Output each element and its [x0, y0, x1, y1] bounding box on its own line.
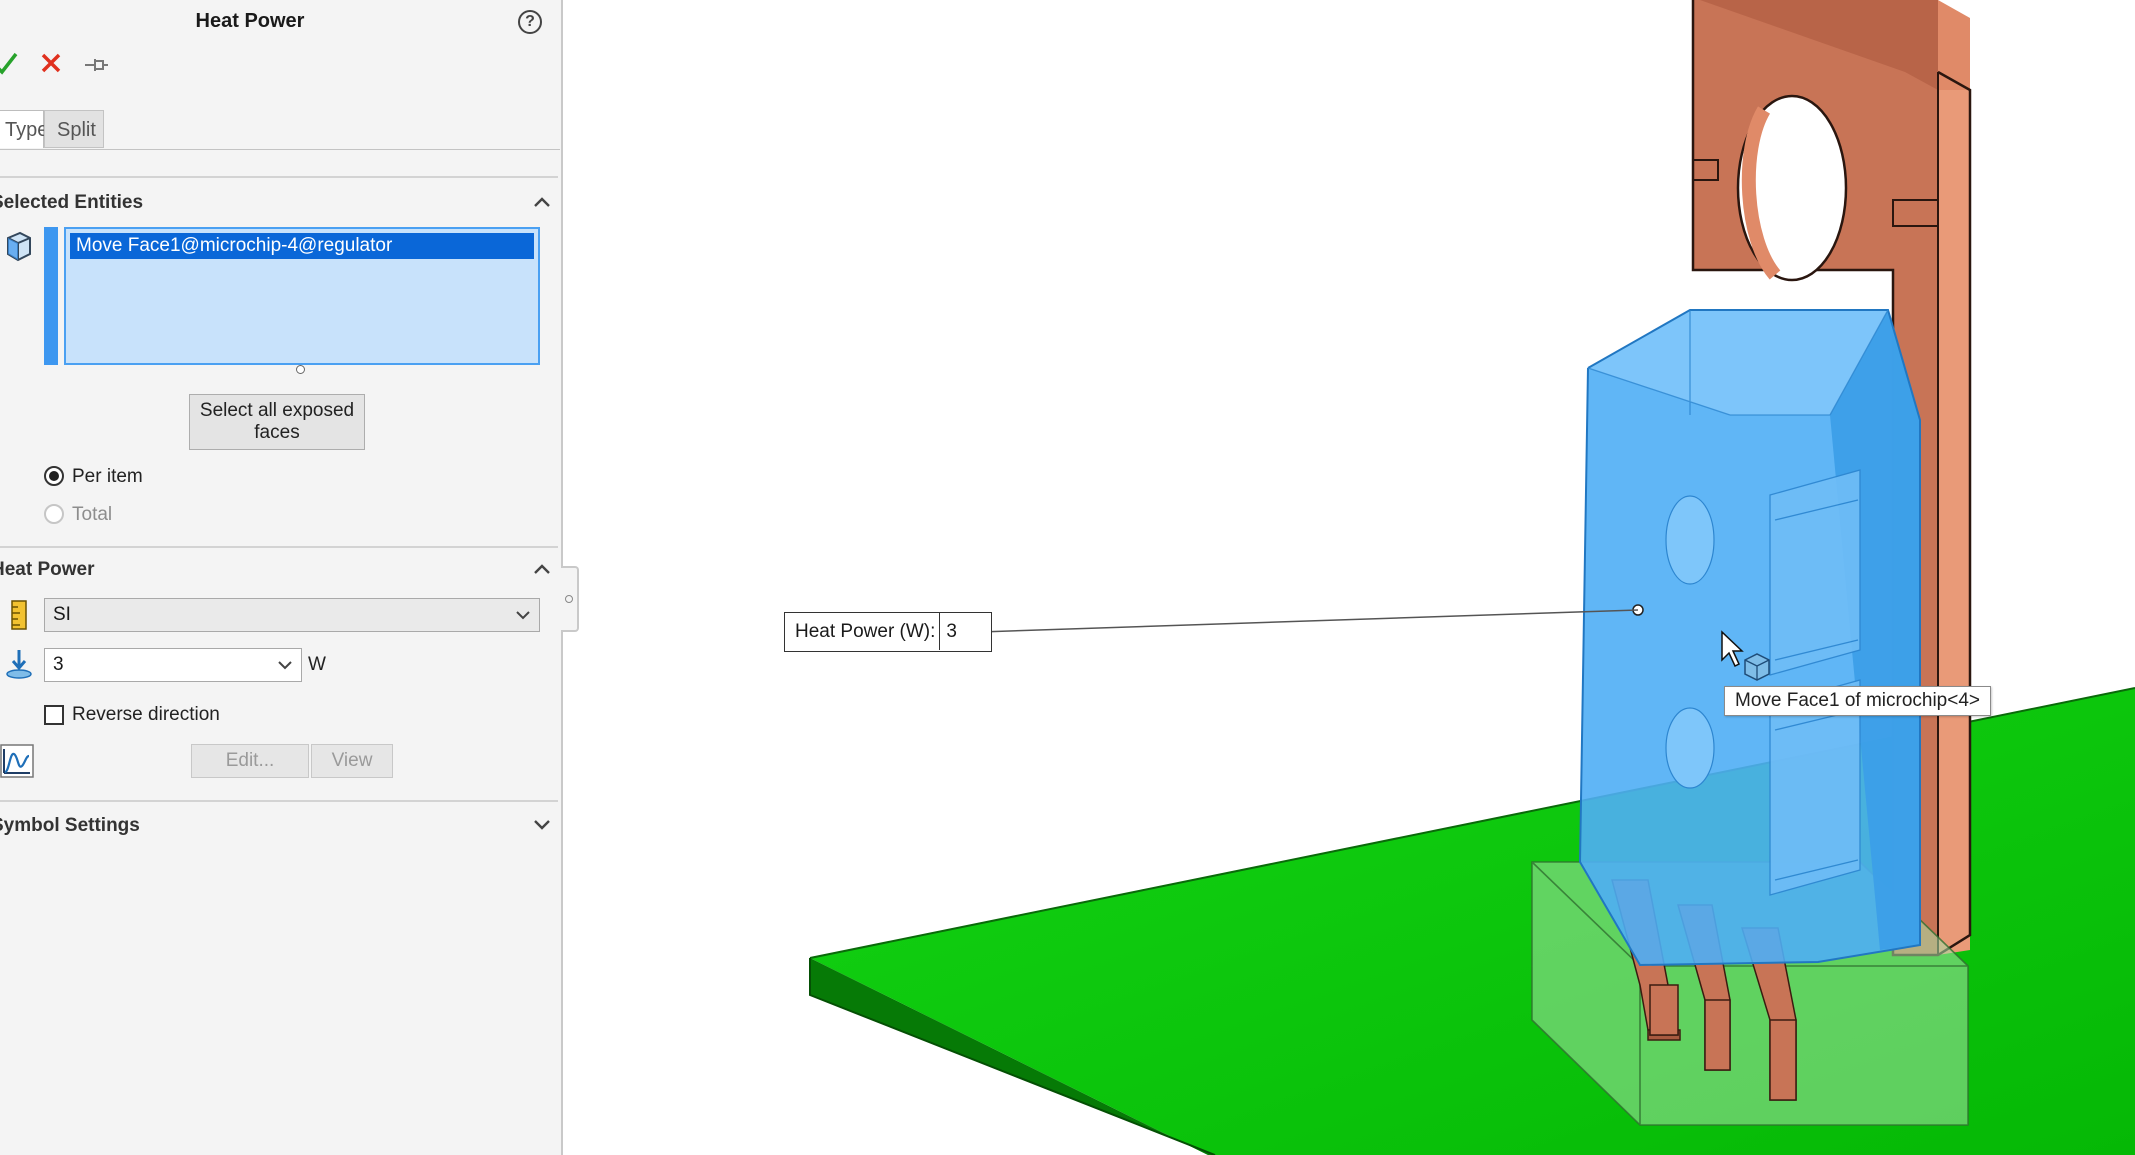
selected-entities-title[interactable]: Selected Entities — [0, 192, 143, 214]
symbol-settings-title[interactable]: Symbol Settings — [0, 815, 140, 837]
callout-leader-line — [979, 609, 1639, 633]
selected-entities-list[interactable]: Move Face1@microchip-4@regulator — [64, 227, 540, 365]
per-item-label: Per item — [72, 466, 143, 487]
list-item[interactable]: Move Face1@microchip-4@regulator — [70, 233, 534, 259]
edit-button[interactable]: Edit... — [191, 744, 309, 778]
list-resize-handle[interactable] — [296, 365, 305, 374]
checkmark-icon[interactable] — [0, 52, 24, 76]
select-all-exposed-faces-button[interactable]: Select all exposed faces — [189, 394, 365, 450]
face-selection-icon — [7, 231, 31, 262]
heat-power-icon — [6, 650, 32, 679]
face-cursor-icon — [1744, 653, 1770, 681]
heat-power-callout[interactable]: Heat Power (W): 3 — [784, 612, 992, 652]
section-divider — [0, 800, 558, 802]
heat-power-value: 3 — [53, 654, 64, 675]
per-item-radio[interactable] — [44, 466, 64, 486]
heat-power-section-title[interactable]: Heat Power — [0, 559, 94, 581]
heat-power-unit: W — [308, 654, 326, 675]
property-manager-panel: Heat Power ? Type Split Selected Entitie… — [0, 0, 563, 1155]
tab-split[interactable]: Split — [44, 110, 104, 148]
heat-power-value-input[interactable]: 3 — [44, 648, 302, 682]
unit-system-select[interactable]: SI — [44, 598, 540, 632]
chevron-up-icon[interactable] — [532, 562, 552, 576]
reverse-direction-checkbox[interactable] — [44, 705, 64, 725]
chevron-down-icon — [516, 611, 530, 620]
section-divider — [0, 546, 558, 548]
graphics-viewport[interactable]: Heat Power (W): 3 Move Face1 of microchip… — [563, 0, 2135, 1155]
pushpin-icon[interactable] — [83, 56, 109, 74]
x-icon[interactable] — [40, 52, 62, 74]
total-radio[interactable] — [44, 504, 64, 524]
unit-system-value: SI — [53, 604, 71, 625]
section-divider — [0, 176, 558, 178]
view-button[interactable]: View — [311, 744, 393, 778]
callout-value: 3 — [946, 621, 957, 642]
callout-label: Heat Power (W): — [785, 613, 941, 650]
chevron-down-icon[interactable] — [532, 818, 552, 832]
reverse-direction-label: Reverse direction — [72, 704, 220, 725]
selection-tooltip: Move Face1 of microchip<4> — [1724, 686, 1992, 716]
chevron-down-icon[interactable] — [277, 659, 293, 671]
tab-divider — [0, 149, 560, 150]
tab-type[interactable]: Type — [0, 110, 48, 148]
model-render[interactable] — [563, 0, 2135, 1155]
total-label: Total — [72, 504, 113, 525]
time-curve-icon[interactable] — [0, 744, 34, 778]
units-ruler-icon — [11, 600, 27, 630]
microchip-body-selected[interactable] — [1578, 309, 1921, 967]
chevron-up-icon[interactable] — [532, 195, 552, 209]
panel-title: Heat Power — [195, 10, 305, 32]
help-icon[interactable]: ? — [518, 10, 542, 34]
